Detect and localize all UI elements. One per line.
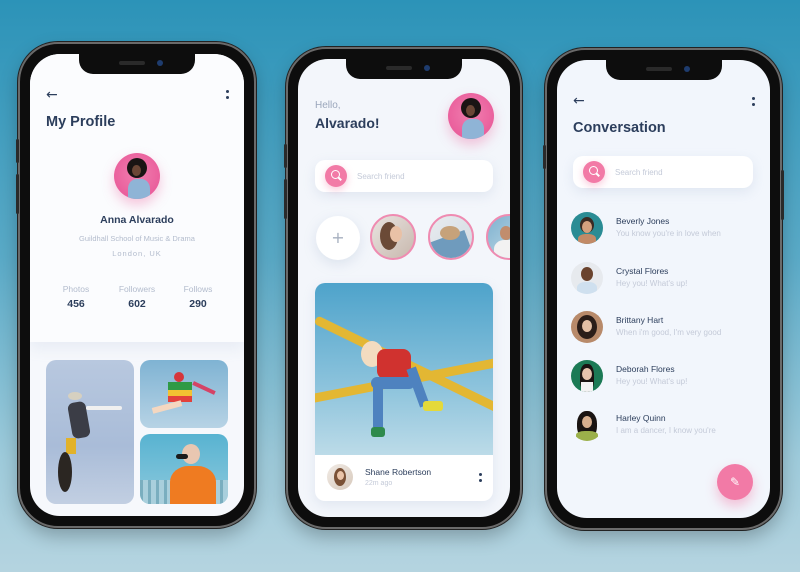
- stat-value: 290: [189, 298, 207, 310]
- arrow-left-icon[interactable]: ←: [573, 94, 585, 108]
- message-preview: You know you're in love when: [616, 229, 721, 238]
- story-avatar[interactable]: [428, 214, 474, 260]
- profile-name: Anna Alvarado: [100, 214, 174, 226]
- contact-avatar: [571, 212, 603, 244]
- post-author-avatar[interactable]: [327, 464, 353, 490]
- phone-notch: [605, 60, 722, 80]
- stat-photos[interactable]: Photos 456: [46, 284, 106, 310]
- search-placeholder: Search friend: [357, 171, 405, 181]
- message-preview: I am a dancer, I know you're: [616, 426, 716, 435]
- more-vertical-icon[interactable]: [226, 90, 230, 99]
- page-title: My Profile: [46, 114, 116, 130]
- feed-post[interactable]: Shane Robertson 22m ago: [315, 283, 493, 501]
- contact-name: Beverly Jones: [616, 216, 670, 226]
- gallery-photo-orange-hoodie[interactable]: [140, 434, 228, 504]
- phone-notch: [346, 59, 462, 79]
- story-avatar[interactable]: [486, 214, 510, 260]
- search-friend-input[interactable]: Search friend: [573, 156, 753, 188]
- post-image[interactable]: [315, 283, 493, 455]
- profile-school: Guildhall School of Music & Drama: [79, 234, 195, 243]
- stat-followers[interactable]: Followers 602: [107, 284, 167, 310]
- message-preview: Hey you! What's up!: [616, 279, 688, 288]
- search-placeholder: Search friend: [615, 167, 663, 177]
- gallery-photo-rainbow-sweater[interactable]: [140, 360, 228, 428]
- phone-home: Hello, Alvarado! Search friend + Shane R…: [284, 47, 522, 529]
- post-time: 22m ago: [365, 480, 393, 487]
- conversation-item[interactable]: Crystal Flores Hey you! What's up!: [571, 262, 760, 296]
- search-friend-input[interactable]: Search friend: [315, 160, 493, 192]
- conversation-item[interactable]: Beverly Jones You know you're in love wh…: [571, 212, 760, 246]
- phone-notch: [79, 54, 195, 74]
- search-icon[interactable]: [325, 165, 347, 187]
- gallery-photo-jumping-man[interactable]: [46, 360, 134, 504]
- phone-side-button: [16, 174, 19, 214]
- more-vertical-icon[interactable]: [752, 97, 756, 106]
- page-title: Conversation: [573, 120, 666, 136]
- contact-name: Crystal Flores: [616, 266, 669, 276]
- phone-conversation: ← Conversation Search friend Beverly Jon…: [543, 48, 784, 530]
- profile-location: London, UK: [112, 249, 162, 258]
- message-preview: Hey you! What's up!: [616, 377, 688, 386]
- stat-follows[interactable]: Follows 290: [168, 284, 228, 310]
- contact-name: Harley Quinn: [616, 413, 666, 423]
- post-author-name[interactable]: Shane Robertson: [365, 467, 431, 477]
- contact-avatar: [571, 409, 603, 441]
- contact-avatar: [571, 360, 603, 392]
- contact-name: Brittany Hart: [616, 315, 664, 325]
- conversation-item[interactable]: Deborah Flores Hey you! What's up!: [571, 360, 760, 394]
- profile-avatar[interactable]: [114, 153, 160, 199]
- search-icon[interactable]: [583, 161, 605, 183]
- arrow-left-icon[interactable]: ←: [46, 88, 58, 102]
- phone-side-button: [781, 170, 784, 220]
- story-avatar[interactable]: [370, 214, 416, 260]
- stat-value: 456: [67, 298, 85, 310]
- phone-side-button: [284, 144, 287, 168]
- phone-side-button: [284, 179, 287, 219]
- greeting-text: Hello,: [315, 100, 341, 111]
- user-avatar[interactable]: [448, 93, 494, 139]
- stat-label: Followers: [118, 284, 156, 294]
- edit-icon: ✎: [729, 475, 741, 489]
- conversation-screen: ← Conversation Search friend Beverly Jon…: [557, 60, 770, 518]
- add-story-button[interactable]: +: [316, 216, 360, 260]
- compose-button[interactable]: ✎: [717, 464, 753, 500]
- contact-avatar: [571, 262, 603, 294]
- stat-value: 602: [128, 298, 146, 310]
- more-vertical-icon[interactable]: [479, 473, 483, 482]
- conversation-item[interactable]: Brittany Hart When i'm good, I'm very go…: [571, 311, 760, 345]
- stat-label: Photos: [62, 284, 90, 294]
- profile-screen: ← My Profile Anna Alvarado Guildhall Sch…: [30, 54, 244, 516]
- conversation-item[interactable]: Harley Quinn I am a dancer, I know you'r…: [571, 409, 760, 443]
- stat-label: Follows: [183, 284, 213, 294]
- contact-name: Deborah Flores: [616, 364, 675, 374]
- phone-side-button: [16, 139, 19, 163]
- phone-profile: ← My Profile Anna Alvarado Guildhall Sch…: [16, 42, 256, 528]
- home-screen: Hello, Alvarado! Search friend + Shane R…: [298, 59, 510, 517]
- message-preview: When i'm good, I'm very good: [616, 328, 722, 337]
- username-heading: Alvarado!: [315, 115, 380, 131]
- phone-side-button: [543, 145, 546, 169]
- contact-avatar: [571, 311, 603, 343]
